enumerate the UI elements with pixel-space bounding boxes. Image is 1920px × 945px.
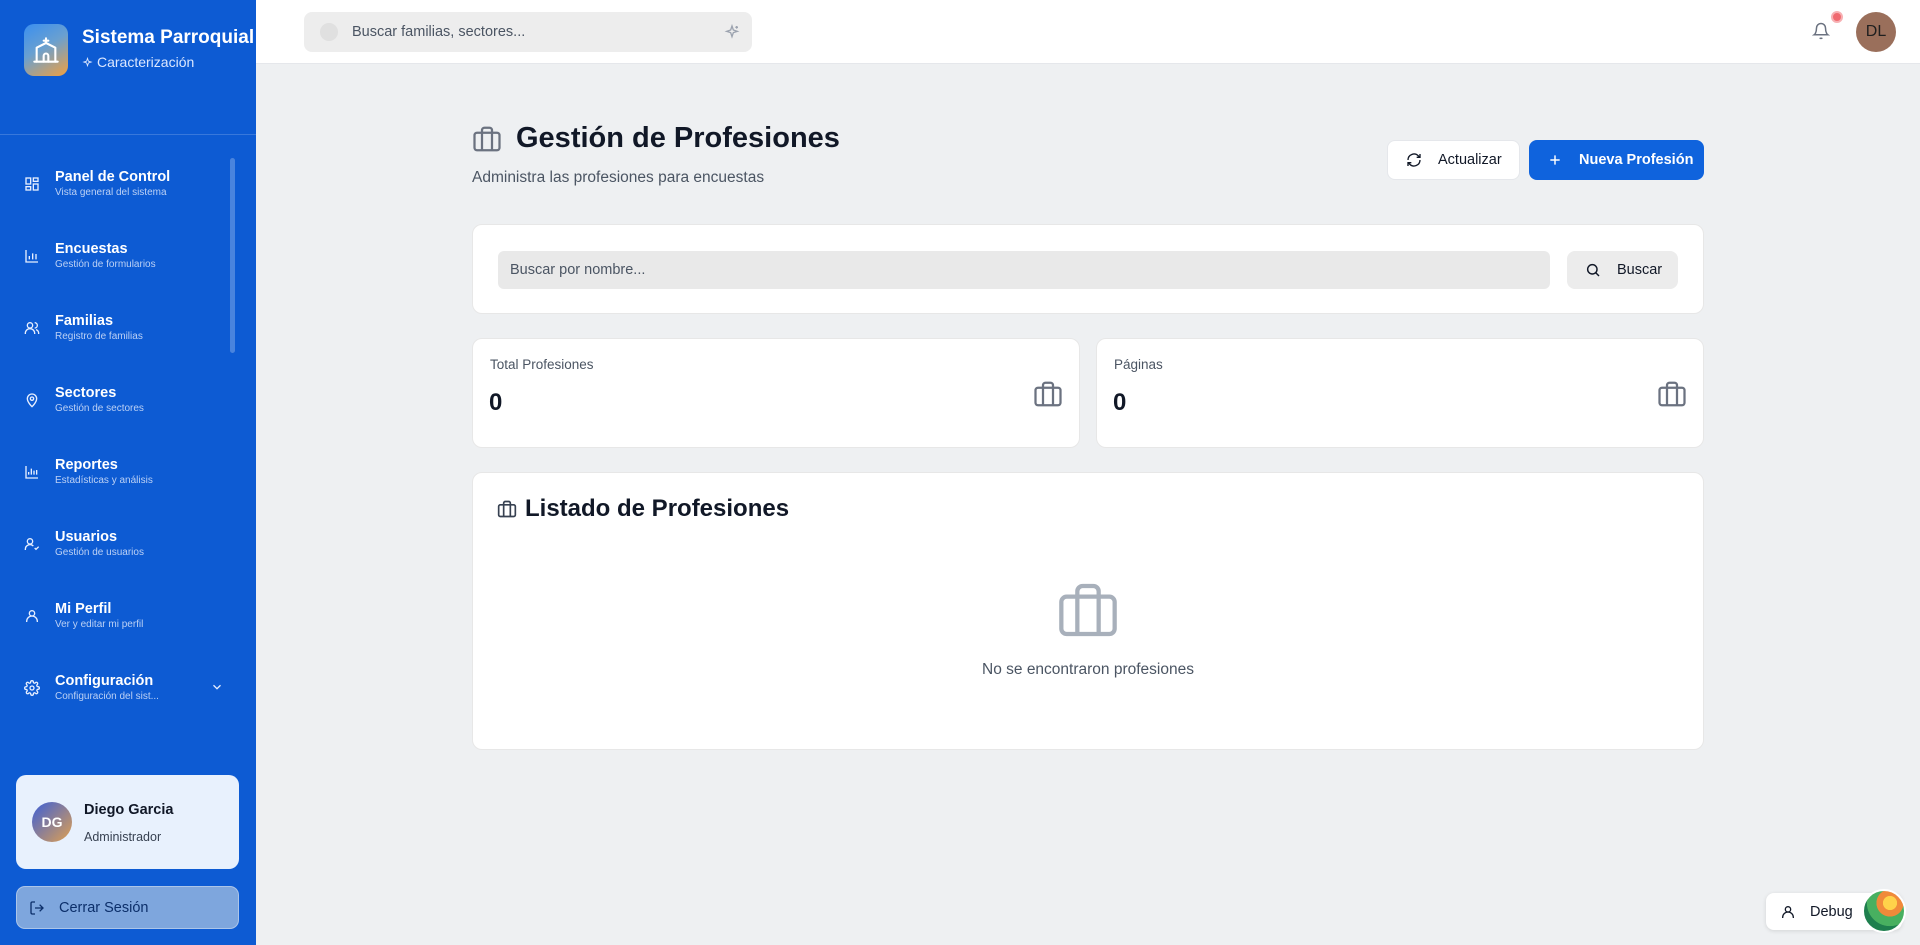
grid-icon <box>25 177 39 191</box>
bar-chart-icon <box>25 250 38 263</box>
stat-label: Páginas <box>1114 357 1163 372</box>
sidebar: Sistema Parroquial Caracterización Panel… <box>0 0 256 945</box>
avatar: DG <box>32 802 72 842</box>
logout-button[interactable]: Cerrar Sesión <box>16 886 239 929</box>
stat-card-pages: Páginas 0 <box>1096 338 1704 448</box>
sidebar-item-sub: Estadísticas y análisis <box>55 475 153 486</box>
church-logo-icon <box>24 24 68 76</box>
sidebar-item-sub: Configuración del sist... <box>55 691 159 702</box>
sidebar-item-label: Encuestas <box>55 241 128 257</box>
notification-badge <box>1831 11 1843 23</box>
sidebar-item-encuestas[interactable]: Encuestas Gestión de formularios <box>24 226 224 286</box>
user-name: Diego Garcia <box>84 802 174 818</box>
stat-card-total: Total Profesiones 0 <box>472 338 1080 448</box>
app-subtitle: Caracterización <box>82 54 254 70</box>
sidebar-nav: Panel de Control Vista general del sistem… <box>0 150 256 730</box>
sidebar-item-familias[interactable]: Familias Registro de familias <box>24 298 224 358</box>
page-subtitle: Administra las profesiones para encuesta… <box>472 169 765 186</box>
sidebar-item-sub: Ver y editar mi perfil <box>55 619 144 630</box>
page-header: Gestión de Profesiones Administra las pr… <box>472 122 840 187</box>
user-check-icon <box>24 538 40 551</box>
sidebar-item-label: Usuarios <box>55 529 118 545</box>
sidebar-item-label: Sectores <box>55 385 117 401</box>
user-card[interactable]: DG Diego Garcia Administrador <box>16 775 239 869</box>
user-role: Administrador <box>84 830 162 844</box>
bell-icon[interactable] <box>1812 22 1830 40</box>
briefcase-icon <box>1059 583 1117 637</box>
map-pin-icon <box>26 393 38 408</box>
chevron-down-icon[interactable] <box>210 680 224 694</box>
brand[interactable]: Sistema Parroquial Caracterización <box>24 24 254 76</box>
sidebar-item-sectores[interactable]: Sectores Gestión de sectores <box>24 370 224 430</box>
page-title: Gestión de Profesiones <box>516 122 840 154</box>
list-title: Listado de Profesiones <box>525 495 790 522</box>
app-title: Sistema Parroquial <box>82 27 255 48</box>
user-icon <box>1782 905 1794 918</box>
assistant-avatar-icon[interactable] <box>1862 889 1906 933</box>
sidebar-item-label: Reportes <box>55 457 118 473</box>
stat-value: 0 <box>489 389 503 416</box>
debug-label: Debug <box>1810 903 1853 920</box>
search-icon <box>1586 263 1600 277</box>
sidebar-item-label: Mi Perfil <box>55 601 112 617</box>
briefcase-icon <box>497 500 517 518</box>
search-button[interactable]: Buscar <box>1567 251 1678 289</box>
empty-state-text: No se encontraron profesiones <box>982 661 1194 678</box>
sidebar-item-mi-perfil[interactable]: Mi Perfil Ver y editar mi perfil <box>24 586 224 646</box>
sidebar-item-usuarios[interactable]: Usuarios Gestión de usuarios <box>24 514 224 574</box>
briefcase-icon <box>473 126 501 151</box>
stat-label: Total Profesiones <box>490 357 594 372</box>
sidebar-item-label: Panel de Control <box>55 169 171 185</box>
briefcase-icon <box>1658 381 1686 407</box>
sidebar-item-label: Configuración <box>55 673 154 689</box>
briefcase-icon <box>1034 381 1062 407</box>
sidebar-item-label: Familias <box>55 313 114 329</box>
chart-icon <box>25 466 38 479</box>
avatar[interactable]: DL <box>1856 12 1896 52</box>
sidebar-scrollbar[interactable] <box>230 158 235 353</box>
logout-icon <box>30 900 44 915</box>
sparkle-icon[interactable] <box>724 24 740 40</box>
sidebar-item-sub: Gestión de sectores <box>55 403 144 414</box>
name-search-field[interactable] <box>498 251 1550 289</box>
refresh-icon <box>1407 153 1421 167</box>
sidebar-divider <box>0 134 256 135</box>
gear-icon <box>24 680 40 696</box>
sidebar-item-panel-de-control[interactable]: Panel de Control Vista general del sistem… <box>24 154 224 214</box>
topbar: DL <box>256 0 1920 64</box>
logout-label: Cerrar Sesión <box>59 899 149 916</box>
new-profession-button[interactable]: Nueva Profesión <box>1529 140 1704 180</box>
sidebar-item-configuracion[interactable]: Configuración Configuración del sist... <box>24 658 224 718</box>
plus-icon <box>1550 155 1560 165</box>
sidebar-item-sub: Vista general del sistema <box>55 187 167 198</box>
sidebar-item-reportes[interactable]: Reportes Estadísticas y análisis <box>24 442 224 502</box>
users-icon <box>24 322 40 334</box>
app-subtitle-text: Caracterización <box>97 54 195 70</box>
sidebar-item-sub: Gestión de formularios <box>55 259 156 270</box>
refresh-button[interactable]: Actualizar <box>1387 140 1520 180</box>
search-card: Buscar <box>472 224 1704 314</box>
name-search-input[interactable] <box>510 262 1550 278</box>
global-search-input[interactable] <box>352 24 724 40</box>
global-search[interactable] <box>304 12 752 52</box>
sidebar-item-sub: Registro de familias <box>55 331 143 342</box>
refresh-label: Actualizar <box>1438 152 1502 168</box>
professions-list-card: Listado de Profesiones No se encontraron… <box>472 472 1704 750</box>
user-icon <box>26 610 38 622</box>
stat-value: 0 <box>1113 389 1127 416</box>
sidebar-item-sub: Gestión de usuarios <box>55 547 144 558</box>
new-profession-label: Nueva Profesión <box>1579 152 1694 168</box>
search-button-label: Buscar <box>1617 262 1663 278</box>
sparkle-icon <box>82 56 93 67</box>
search-icon <box>320 23 338 41</box>
